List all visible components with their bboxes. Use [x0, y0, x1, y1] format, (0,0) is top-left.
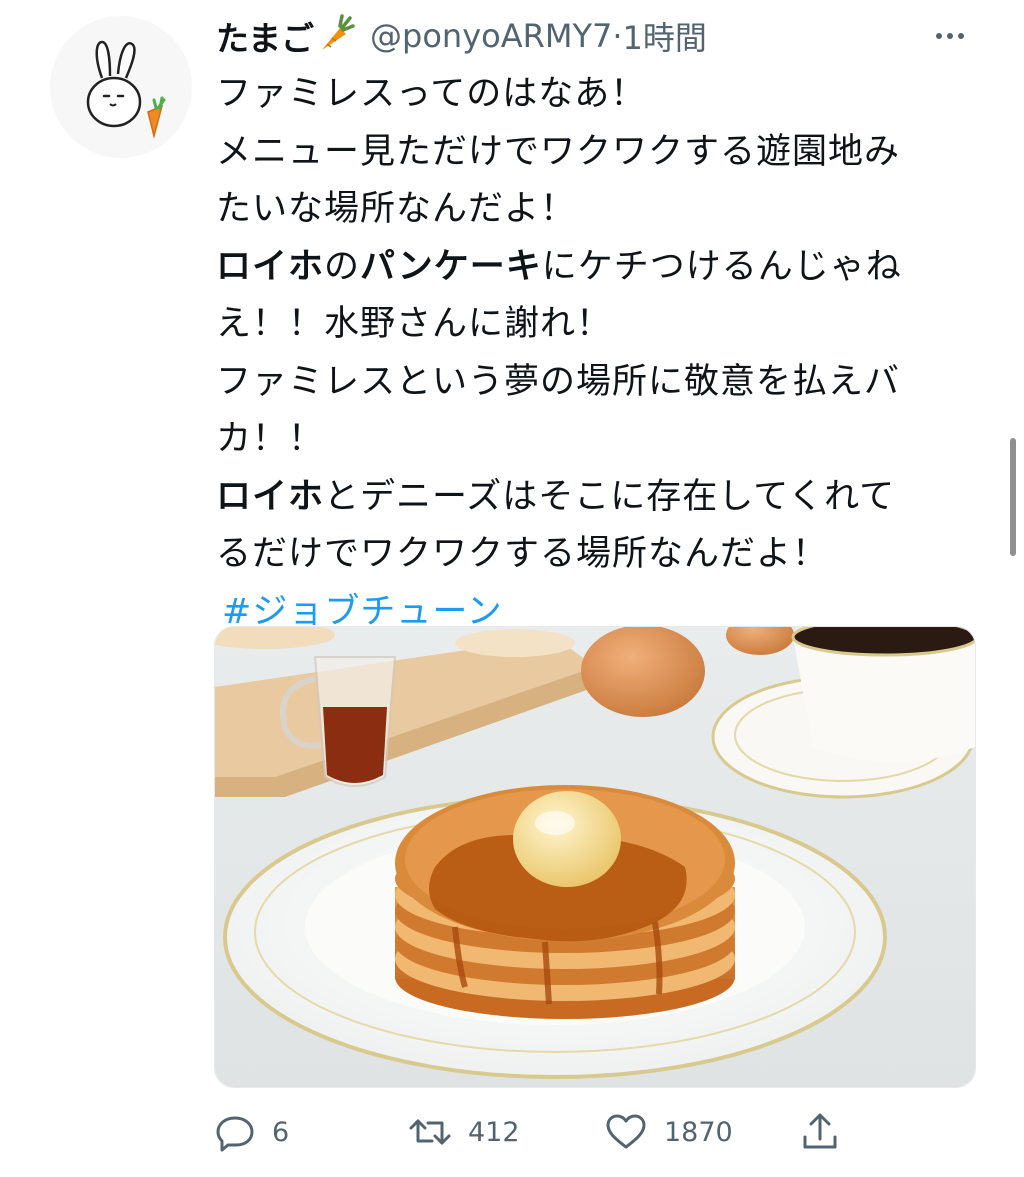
tweet-text: ファミレスってのはなあ！ メニュー見ただけでワクワクする遊園地み たいな場所なん…: [216, 66, 976, 641]
user-handle[interactable]: @ponyoARMY7: [370, 17, 612, 55]
scrollbar-thumb[interactable]: [1010, 438, 1016, 556]
carrot-emoji-icon: [316, 14, 356, 58]
tweet-line: メニュー見ただけでワクワクする遊園地み: [216, 131, 901, 172]
share-icon: [803, 1113, 837, 1149]
tweet-line: ファミレスという夢の場所に敬意を払えバ: [216, 361, 901, 402]
retweet-button[interactable]: 412: [408, 1106, 520, 1158]
reply-icon: [216, 1116, 254, 1152]
retweet-icon: [409, 1119, 451, 1145]
tweet-line: ファミレスってのはなあ！: [216, 74, 647, 114]
pancake-photo-icon: [215, 627, 975, 1087]
bold-text: パンケーキ: [360, 246, 542, 287]
separator-dot: ·: [612, 17, 623, 55]
tweet-header: たまご @ponyoARMY7 · 1時間: [216, 12, 976, 60]
tweet-line: カ！！: [216, 419, 325, 459]
reply-button[interactable]: 6: [214, 1106, 289, 1158]
reply-count: 6: [272, 1116, 290, 1148]
tweet-action-bar: 6 412 1870: [214, 1106, 974, 1158]
share-button[interactable]: [800, 1106, 840, 1158]
tweet-line: たいな場所なんだよ！: [216, 189, 577, 229]
bold-text: ロイホ: [216, 476, 325, 517]
display-name[interactable]: たまご: [216, 12, 314, 60]
tweet-media-image[interactable]: [214, 626, 976, 1088]
tweet-line: ロイホとデニーズはそこに存在してくれて: [216, 469, 976, 527]
bold-text: ロイホ: [216, 246, 325, 287]
timestamp[interactable]: 1時間: [623, 13, 707, 59]
text-span: にケチつけるんじゃね: [541, 246, 902, 287]
like-count: 1870: [664, 1116, 733, 1148]
heart-icon: [606, 1114, 646, 1149]
like-button[interactable]: 1870: [604, 1106, 733, 1158]
text-span: とデニーズはそこに存在してくれて: [324, 476, 896, 517]
avatar[interactable]: [50, 16, 192, 158]
tweet-line: え！！水野さんに謝れ！: [216, 304, 613, 344]
tweet-line: ロイホのパンケーキにケチつけるんじゃね: [216, 239, 976, 297]
rabbit-carrot-avatar-icon: [86, 40, 166, 139]
text-span: の: [324, 246, 361, 287]
more-options-icon[interactable]: [930, 14, 970, 54]
retweet-count: 412: [468, 1116, 520, 1148]
tweet-line: るだけでワクワクする場所なんだよ！: [216, 534, 829, 574]
